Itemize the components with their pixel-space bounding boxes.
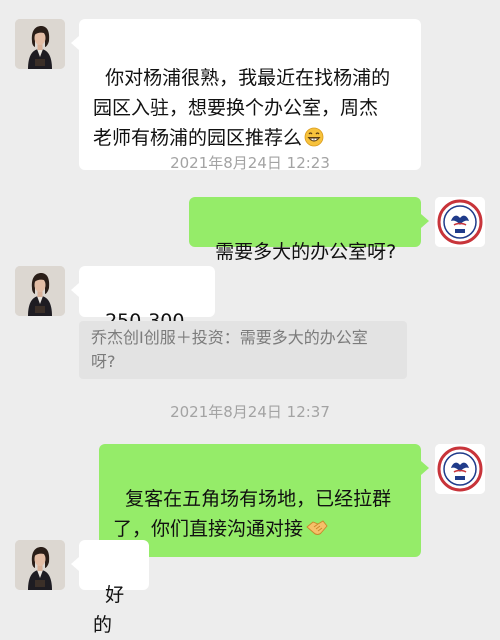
self-avatar[interactable]	[435, 444, 485, 494]
contact-avatar[interactable]	[15, 266, 65, 316]
message-bubble-incoming[interactable]: 250-300平	[71, 266, 215, 362]
message-text: 好的	[93, 584, 125, 636]
message-timestamp: 2021年8月24日 12:23	[170, 154, 330, 172]
message-bubble-incoming[interactable]: 你对杨浦很熟，我最近在找杨浦的 园区入驻，想要换个办公室，周杰 老师有杨浦的园区…	[71, 19, 421, 170]
contact-avatar[interactable]	[15, 19, 65, 69]
message-bubble-outgoing[interactable]: 需要多大的办公室呀?	[189, 197, 429, 263]
message-bubble-outgoing[interactable]: 复客在五角场有场地，已经拉群 了，你们直接沟通对接	[99, 444, 429, 557]
message-timestamp: 2021年8月24日 12:37	[170, 403, 330, 421]
message-text: 需要多大的办公室呀?	[215, 241, 397, 263]
grinning-face-emoji-icon	[304, 126, 324, 156]
handshake-emoji-icon	[305, 517, 329, 547]
message-text: 你对杨浦很熟，我最近在找杨浦的 园区入驻，想要换个办公室，周杰 老师有杨浦的园区…	[93, 67, 391, 149]
self-avatar[interactable]	[435, 197, 485, 247]
quoted-message[interactable]: 乔杰创I创服＋投资：需要多大的办公室 呀?	[79, 321, 407, 379]
contact-avatar[interactable]	[15, 540, 65, 590]
message-text: 复客在五角场有场地，已经拉群 了，你们直接沟通对接	[113, 488, 392, 540]
message-bubble-incoming[interactable]: 好的	[71, 540, 149, 636]
